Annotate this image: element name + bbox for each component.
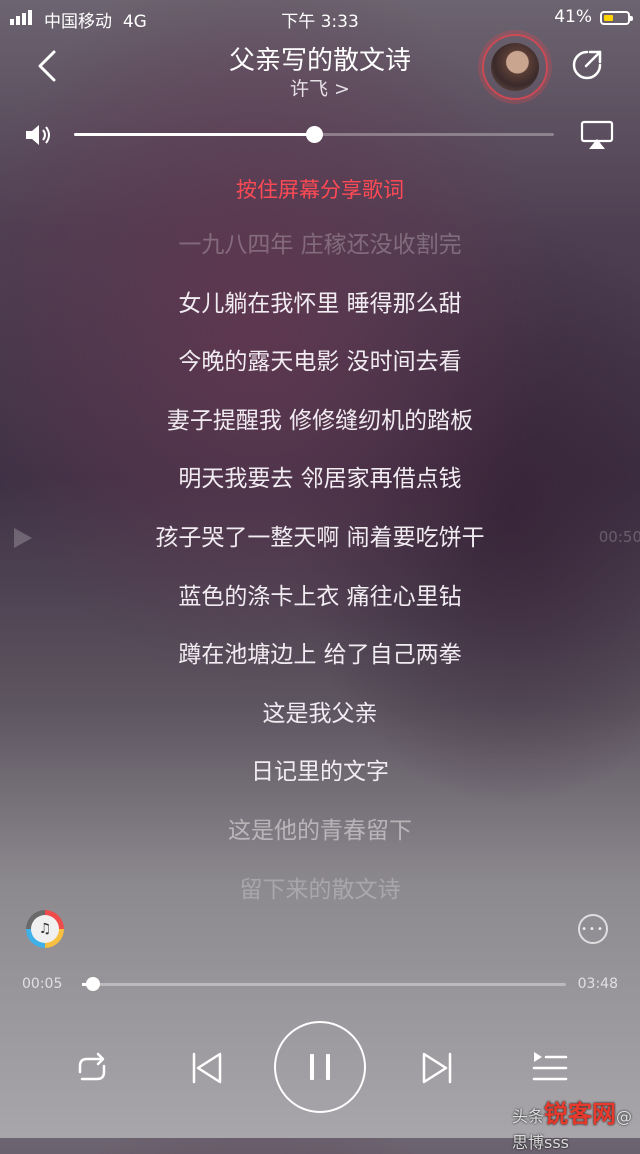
progress-handle[interactable] [85,977,100,991]
current-time: 00:05 [22,976,63,992]
watermark: 头条锐客网@思博sss [512,1100,633,1152]
more-options-button[interactable]: ••• [578,914,608,944]
battery-percent: 41% [554,7,592,27]
status-bar: 中国移动 4G 下午 3:33 41% [0,4,640,32]
previous-track-button[interactable] [186,1046,230,1090]
progress-track[interactable] [82,983,566,986]
more-icon: ••• [581,924,605,935]
pause-button[interactable] [274,1021,366,1113]
music-note-icon[interactable]: ♫ [26,910,64,948]
lyric-line: 今晚的露天电影 没时间去看 [178,349,462,376]
next-track-button[interactable] [414,1046,458,1090]
artist-avatar[interactable] [491,43,539,91]
lyric-line: 留下来的散文诗 [239,876,401,903]
playlist-button[interactable] [528,1046,572,1090]
volume-slider-fill [74,133,314,136]
lyric-line: 女儿躺在我怀里 睡得那么甜 [178,290,462,317]
lyric-line: 蓝色的涤卡上衣 痛往心里钻 [178,583,462,610]
lyric-line: 明天我要去 邻居家再借点钱 [178,466,462,493]
clock: 下午 3:33 [281,12,359,32]
lyric-line: 日记里的文字 [251,759,389,786]
lyric-line: 这是我父亲 [262,700,378,727]
share-lyrics-hint: 按住屏幕分享歌词 [236,178,404,202]
repeat-mode-button[interactable] [70,1046,114,1090]
pause-icon [310,1054,330,1080]
lyric-line: 孩子哭了一整天啊 闹着要吃饼干 [155,524,485,551]
volume-icon [26,125,50,145]
volume-slider-handle[interactable] [306,126,323,143]
lyric-line: 这是他的青春留下 [228,817,412,844]
airplay-icon[interactable] [580,120,614,150]
seek-to-lyric-play-icon[interactable] [14,528,32,548]
share-icon[interactable] [570,48,604,82]
lyric-line: 妻子提醒我 修修缝纫机的踏板 [166,407,474,434]
seek-preview-time: 00:50 [598,528,640,546]
lyrics-list[interactable]: 一九八四年 庄稼还没收割完 女儿躺在我怀里 睡得那么甜 今晚的露天电影 没时间去… [0,222,640,925]
battery-icon [600,11,633,25]
duration-time: 03:48 [577,976,618,992]
lyric-line: 一九八四年 庄稼还没收割完 [178,232,462,258]
lyric-line: 蹲在池塘边上 给了自己两拳 [178,642,462,669]
